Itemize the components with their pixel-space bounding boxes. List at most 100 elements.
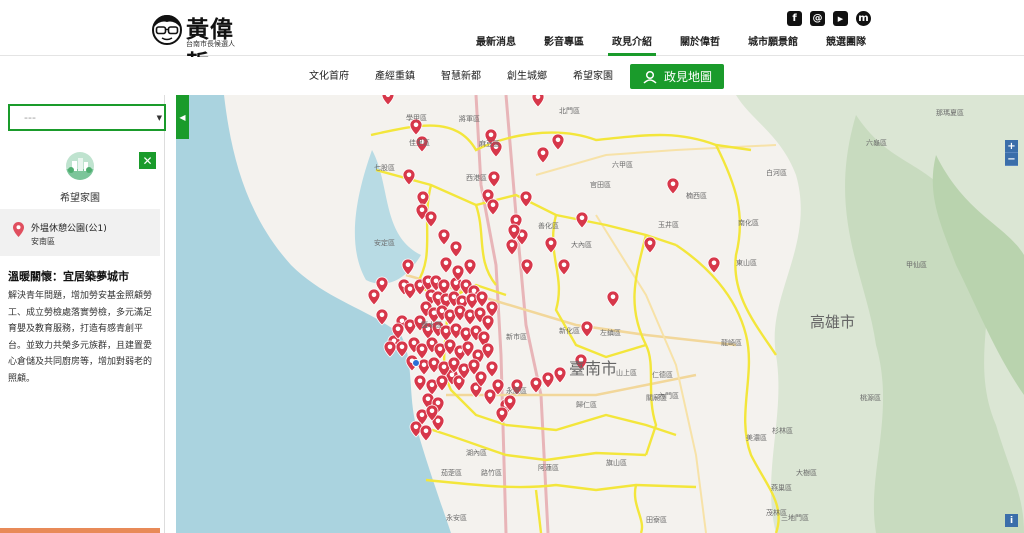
logo-subtitle: 台南市長候選人 bbox=[186, 40, 235, 48]
chevron-down-icon: ▼ bbox=[156, 114, 162, 122]
tab-policy-map[interactable]: 政見地圖 bbox=[630, 64, 725, 89]
district-label: 桃源區 bbox=[860, 393, 881, 402]
map-pin[interactable] bbox=[505, 238, 519, 256]
district-label: 官田區 bbox=[590, 180, 611, 189]
district-label: 龍崎區 bbox=[721, 338, 742, 347]
map-pin[interactable] bbox=[381, 95, 395, 106]
map-pin[interactable] bbox=[487, 170, 501, 188]
district-label: 西港區 bbox=[466, 173, 487, 182]
district-label: 北門區 bbox=[559, 107, 580, 115]
category-title: 希望家園 bbox=[60, 193, 100, 204]
district-label: 甲仙區 bbox=[906, 260, 927, 269]
youtube-icon[interactable]: ▶ bbox=[833, 11, 848, 26]
district-label: 大樹區 bbox=[796, 468, 817, 477]
map-pin[interactable] bbox=[486, 198, 500, 216]
map-pin[interactable] bbox=[437, 228, 451, 246]
map-pin[interactable] bbox=[536, 146, 550, 164]
city-label: 臺南市 bbox=[569, 359, 617, 378]
map-pin[interactable] bbox=[707, 256, 721, 274]
location-pin-icon bbox=[13, 222, 24, 237]
map-pin[interactable] bbox=[402, 168, 416, 186]
district-label: 佳里區 bbox=[409, 138, 430, 147]
neighbor-city-label: 高雄市 bbox=[810, 313, 855, 331]
map-pin[interactable] bbox=[435, 374, 449, 392]
messenger-icon[interactable]: m bbox=[856, 11, 871, 26]
map-pin[interactable] bbox=[643, 236, 657, 254]
map-pin[interactable] bbox=[544, 236, 558, 254]
nav-team[interactable]: 競選團隊 bbox=[812, 33, 880, 56]
email-icon[interactable]: @ bbox=[810, 11, 825, 26]
tab-hope-home[interactable]: 希望家園 bbox=[560, 65, 626, 89]
category-icon bbox=[66, 152, 94, 180]
map-pin[interactable] bbox=[367, 288, 381, 306]
select-value: --- bbox=[24, 111, 36, 124]
district-select[interactable]: --- ▼ bbox=[8, 104, 166, 131]
district-label: 路竹區 bbox=[481, 468, 502, 477]
close-icon[interactable]: ✕ bbox=[139, 152, 156, 169]
map-pin[interactable] bbox=[531, 95, 545, 108]
district-label: 鹽水區 bbox=[421, 320, 442, 329]
map-pin[interactable] bbox=[666, 177, 680, 195]
map-pin[interactable] bbox=[495, 406, 509, 424]
tab-culture[interactable]: 文化首府 bbox=[296, 65, 362, 89]
info-button[interactable]: i bbox=[1005, 514, 1018, 527]
nav-about[interactable]: 關於偉哲 bbox=[666, 33, 734, 56]
map-view[interactable]: 學甲區 將軍區 七股區 佳里區 麻豆區 善化區 新化區 大內區 玉井區 楠西區 南化區 左鎮區 歸仁區關… bbox=[176, 95, 1024, 533]
tab-smart-city[interactable]: 智慧新都 bbox=[428, 65, 494, 89]
map-pin[interactable] bbox=[580, 320, 594, 338]
map-pin[interactable] bbox=[483, 388, 497, 406]
district-label: 山上區 bbox=[616, 368, 637, 377]
site-header: 黃偉哲 台南市長候選人 f @ ▶ m 最新消息 影音專區 政見介紹 關於偉哲 … bbox=[0, 0, 1024, 77]
nav-news[interactable]: 最新消息 bbox=[462, 33, 530, 56]
map-pin[interactable] bbox=[463, 258, 477, 276]
current-location-dot bbox=[412, 359, 420, 367]
map-pin[interactable] bbox=[481, 314, 495, 332]
map-pin[interactable] bbox=[413, 374, 427, 392]
map-pin[interactable] bbox=[419, 424, 433, 442]
main-nav: 最新消息 影音專區 政見介紹 關於偉哲 城市願景館 競選團隊 bbox=[462, 33, 880, 56]
map-pin[interactable] bbox=[553, 366, 567, 384]
tab-industry[interactable]: 產經重鎮 bbox=[362, 65, 428, 89]
nav-vision[interactable]: 城市願景館 bbox=[734, 33, 812, 56]
map-pin[interactable] bbox=[541, 371, 555, 389]
place-item[interactable]: 外塭休憩公園(公1) 安南區 bbox=[0, 209, 160, 256]
district-label: 學甲區 bbox=[406, 113, 427, 122]
nav-policy[interactable]: 政見介紹 bbox=[598, 33, 666, 56]
map-pin[interactable] bbox=[575, 211, 589, 229]
district-label: 三地門區 bbox=[781, 513, 809, 522]
district-label: 茄萣區 bbox=[441, 468, 462, 477]
place-name: 外塭休憩公園(公1) bbox=[31, 224, 107, 234]
district-label: 美濃區 bbox=[746, 433, 767, 442]
collapse-panel-button[interactable]: ◀ bbox=[176, 95, 189, 139]
facebook-icon[interactable]: f bbox=[787, 11, 802, 26]
district-label: 新化區 bbox=[559, 326, 580, 335]
map-person-icon bbox=[643, 70, 657, 84]
district-label: 玉井區 bbox=[658, 220, 679, 229]
district-label: 左鎮區 bbox=[600, 328, 621, 337]
district-label: 歸仁區 bbox=[576, 400, 597, 409]
zoom-in-button[interactable]: + bbox=[1005, 140, 1018, 153]
map-pin[interactable] bbox=[485, 360, 499, 378]
map-canvas[interactable]: 學甲區 將軍區七股區佳里區 麻豆區善化區新化區大內區玉井區楠西區南化區左鎮區歸仁區關… bbox=[176, 95, 1024, 533]
tab-rural[interactable]: 創生城鄉 bbox=[494, 65, 560, 89]
zoom-out-button[interactable]: − bbox=[1005, 153, 1018, 166]
map-pin[interactable] bbox=[485, 300, 499, 318]
district-label: 將軍區 bbox=[459, 114, 480, 123]
map-pin[interactable] bbox=[606, 290, 620, 308]
district-label: 東山區 bbox=[736, 258, 757, 267]
nav-media[interactable]: 影音專區 bbox=[530, 33, 598, 56]
district-label: 阿蓮區 bbox=[538, 463, 559, 472]
sidebar-footer-bar bbox=[0, 528, 160, 533]
map-pin[interactable] bbox=[557, 258, 571, 276]
place-district: 安南區 bbox=[31, 237, 55, 246]
policy-title: 溫暖關懷：宜居築夢城市 bbox=[8, 270, 129, 283]
map-pin[interactable] bbox=[439, 256, 453, 274]
map-pin[interactable] bbox=[449, 240, 463, 258]
map-pin[interactable] bbox=[551, 133, 565, 151]
logo[interactable]: 黃偉哲 台南市長候選人 bbox=[150, 8, 250, 77]
map-pin[interactable] bbox=[519, 190, 533, 208]
district-label: 楠西區 bbox=[686, 191, 707, 200]
policy-description: 解決青年問題，增加勞安基金照顧勞工、成立勞檢處落實勞檢，多元滿足育嬰及教育服務，… bbox=[8, 291, 153, 384]
map-pin[interactable] bbox=[520, 258, 534, 276]
sea-area bbox=[176, 95, 451, 533]
